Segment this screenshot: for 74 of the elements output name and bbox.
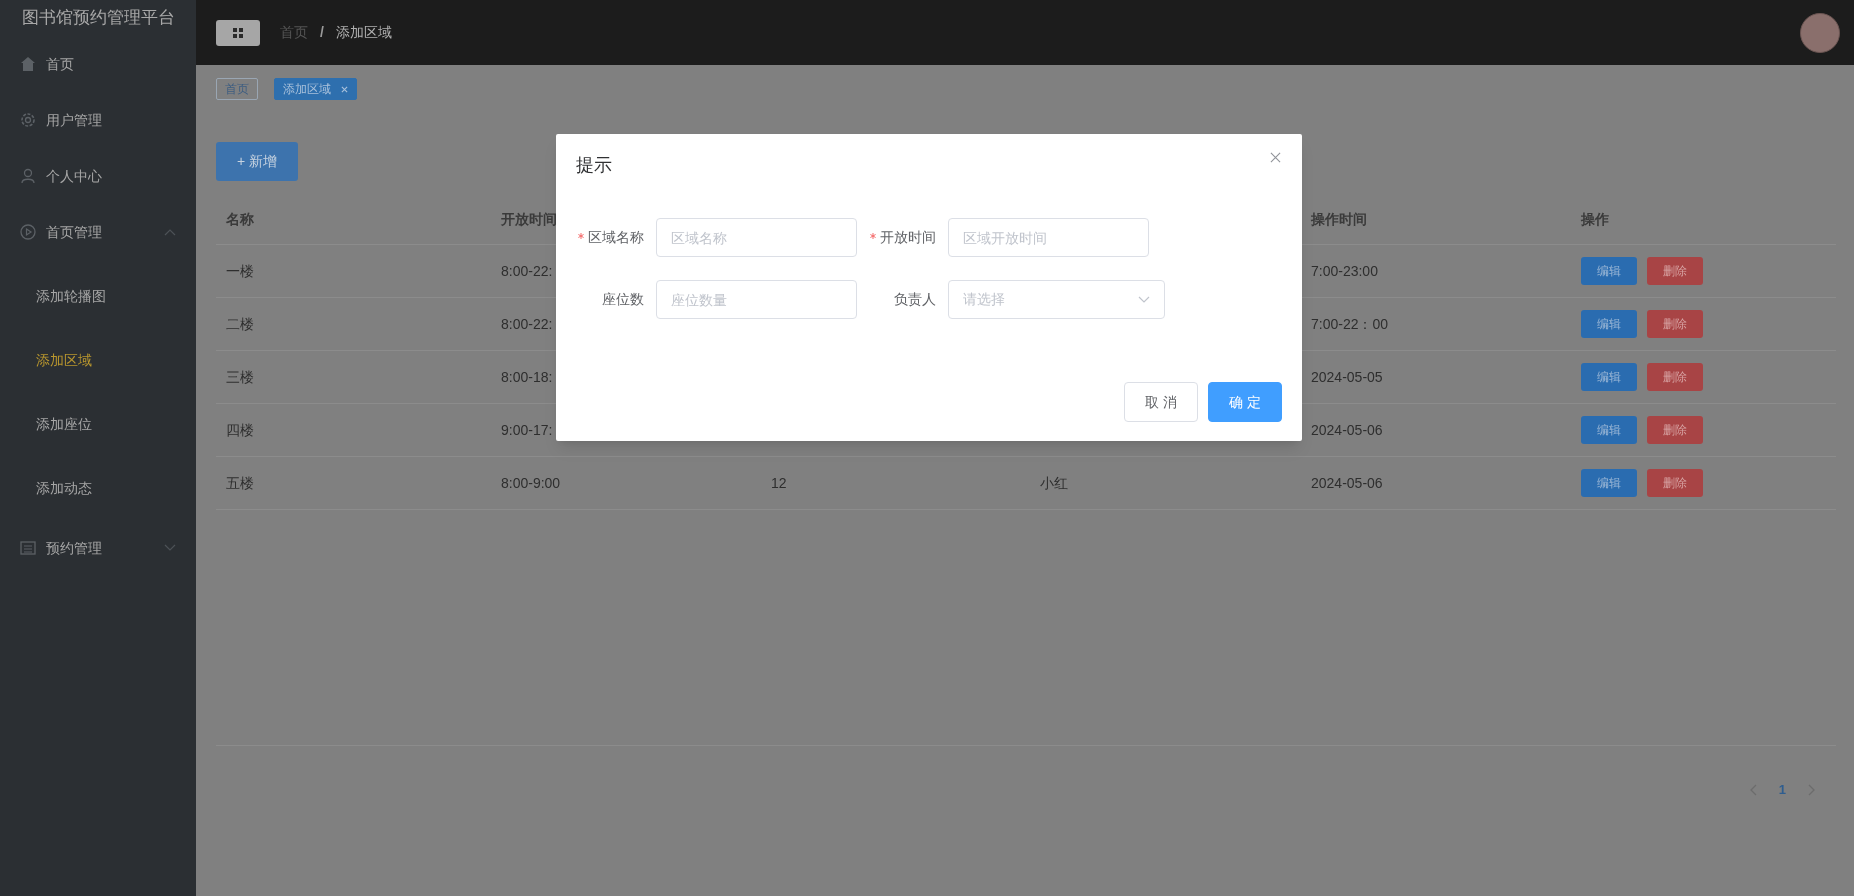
table-cell-text: 8:00-18: <box>501 367 553 387</box>
input-field[interactable]: 区域开放时间 <box>948 218 1149 257</box>
table-cell-text: 三楼 <box>226 367 254 387</box>
menu-item[interactable]: 首页 <box>0 36 196 92</box>
input-field[interactable]: 座位数量 <box>656 280 857 319</box>
home-icon <box>20 56 36 72</box>
menu-item[interactable]: 个人中心 <box>0 148 196 204</box>
table-cell-text: 8:00-9:00 <box>501 473 561 493</box>
table-cell-text: 二楼 <box>226 314 254 334</box>
close-icon <box>341 85 348 93</box>
submenu-item[interactable]: 添加轮播图 <box>0 264 196 328</box>
delete-button[interactable]: 删除 <box>1647 416 1703 444</box>
input-field[interactable]: 区域名称 <box>656 218 857 257</box>
chevron-down-icon <box>164 544 176 552</box>
edit-button[interactable]: 编辑 <box>1581 310 1637 338</box>
table-cell-text: 7:00-23:00 <box>1311 261 1378 281</box>
breadcrumb-separator: / <box>320 23 324 42</box>
field-label: 负责人 <box>894 290 936 309</box>
table-cell-text: 2024-05-06 <box>1311 473 1383 493</box>
submenu-item[interactable]: 添加动态 <box>0 456 196 520</box>
cancel-button[interactable]: 取 消 <box>1124 382 1198 422</box>
gear-icon <box>20 112 36 128</box>
table-cell-text: 2024-05-05 <box>1311 367 1383 387</box>
tab-tag[interactable]: 添加区域 <box>274 78 357 100</box>
field-label: 区域名称 <box>588 228 644 247</box>
add-button[interactable]: + 新增 <box>216 142 298 181</box>
confirm-button[interactable]: 确 定 <box>1208 382 1282 422</box>
field-label: 座位数 <box>602 290 644 309</box>
avatar[interactable] <box>1800 12 1840 53</box>
table-cell-text: 8:00-22: <box>501 314 553 334</box>
user-icon <box>20 168 36 184</box>
menu-item[interactable]: 预约管理 <box>0 520 196 576</box>
column-header: 操作时间 <box>1311 211 1367 227</box>
required-icon <box>870 232 876 239</box>
column-header: 名称 <box>226 211 254 227</box>
app-title: 图书馆预约管理平台 <box>21 7 175 30</box>
select-field[interactable]: 请选择 <box>948 280 1165 319</box>
close-button[interactable] <box>1268 150 1282 164</box>
table-cell-text: 12 <box>771 473 787 493</box>
submenu-item[interactable]: 添加座位 <box>0 392 196 456</box>
column-header: 操作 <box>1581 211 1609 227</box>
play-circle-icon <box>20 224 36 240</box>
table-cell-text: 五楼 <box>226 473 254 493</box>
column-header: 开放时间 <box>501 211 557 227</box>
delete-button[interactable]: 删除 <box>1647 469 1703 497</box>
table-cell-text: 7:00-22：00 <box>1311 314 1389 334</box>
edit-button[interactable]: 编辑 <box>1581 363 1637 391</box>
table-cell-text: 一楼 <box>226 261 254 281</box>
menu-toggle-button[interactable] <box>216 19 260 46</box>
menu-item[interactable]: 用户管理 <box>0 92 196 148</box>
required-icon <box>578 232 584 239</box>
table-cell-text: 8:00-22: <box>501 261 553 281</box>
table-cell-text: 9:00-17: <box>501 420 553 440</box>
edit-button[interactable]: 编辑 <box>1581 416 1637 444</box>
tab-tag[interactable]: 首页 <box>216 78 258 100</box>
delete-button[interactable]: 删除 <box>1647 363 1703 391</box>
submenu-item[interactable]: 添加区域 <box>0 328 196 392</box>
field-label: 开放时间 <box>880 228 936 247</box>
list-icon <box>20 540 36 556</box>
grid-icon <box>233 27 243 38</box>
chevron-down-icon <box>1138 296 1150 303</box>
dialog-title: 提示 <box>576 154 612 177</box>
edit-button[interactable]: 编辑 <box>1581 469 1637 497</box>
page-number[interactable]: 1 <box>1778 780 1786 800</box>
edit-button[interactable]: 编辑 <box>1581 257 1637 285</box>
delete-button[interactable]: 删除 <box>1647 257 1703 285</box>
menu-item[interactable]: 首页管理 <box>0 204 196 260</box>
table-cell-text: 小红 <box>1040 473 1068 493</box>
table-cell-text: 2024-05-06 <box>1311 420 1383 440</box>
delete-button[interactable]: 删除 <box>1647 310 1703 338</box>
table-cell-text: 四楼 <box>226 420 254 440</box>
breadcrumb-link[interactable]: 添加区域 <box>335 22 392 43</box>
close-icon <box>1269 151 1281 163</box>
chevron-up-icon <box>164 228 176 236</box>
